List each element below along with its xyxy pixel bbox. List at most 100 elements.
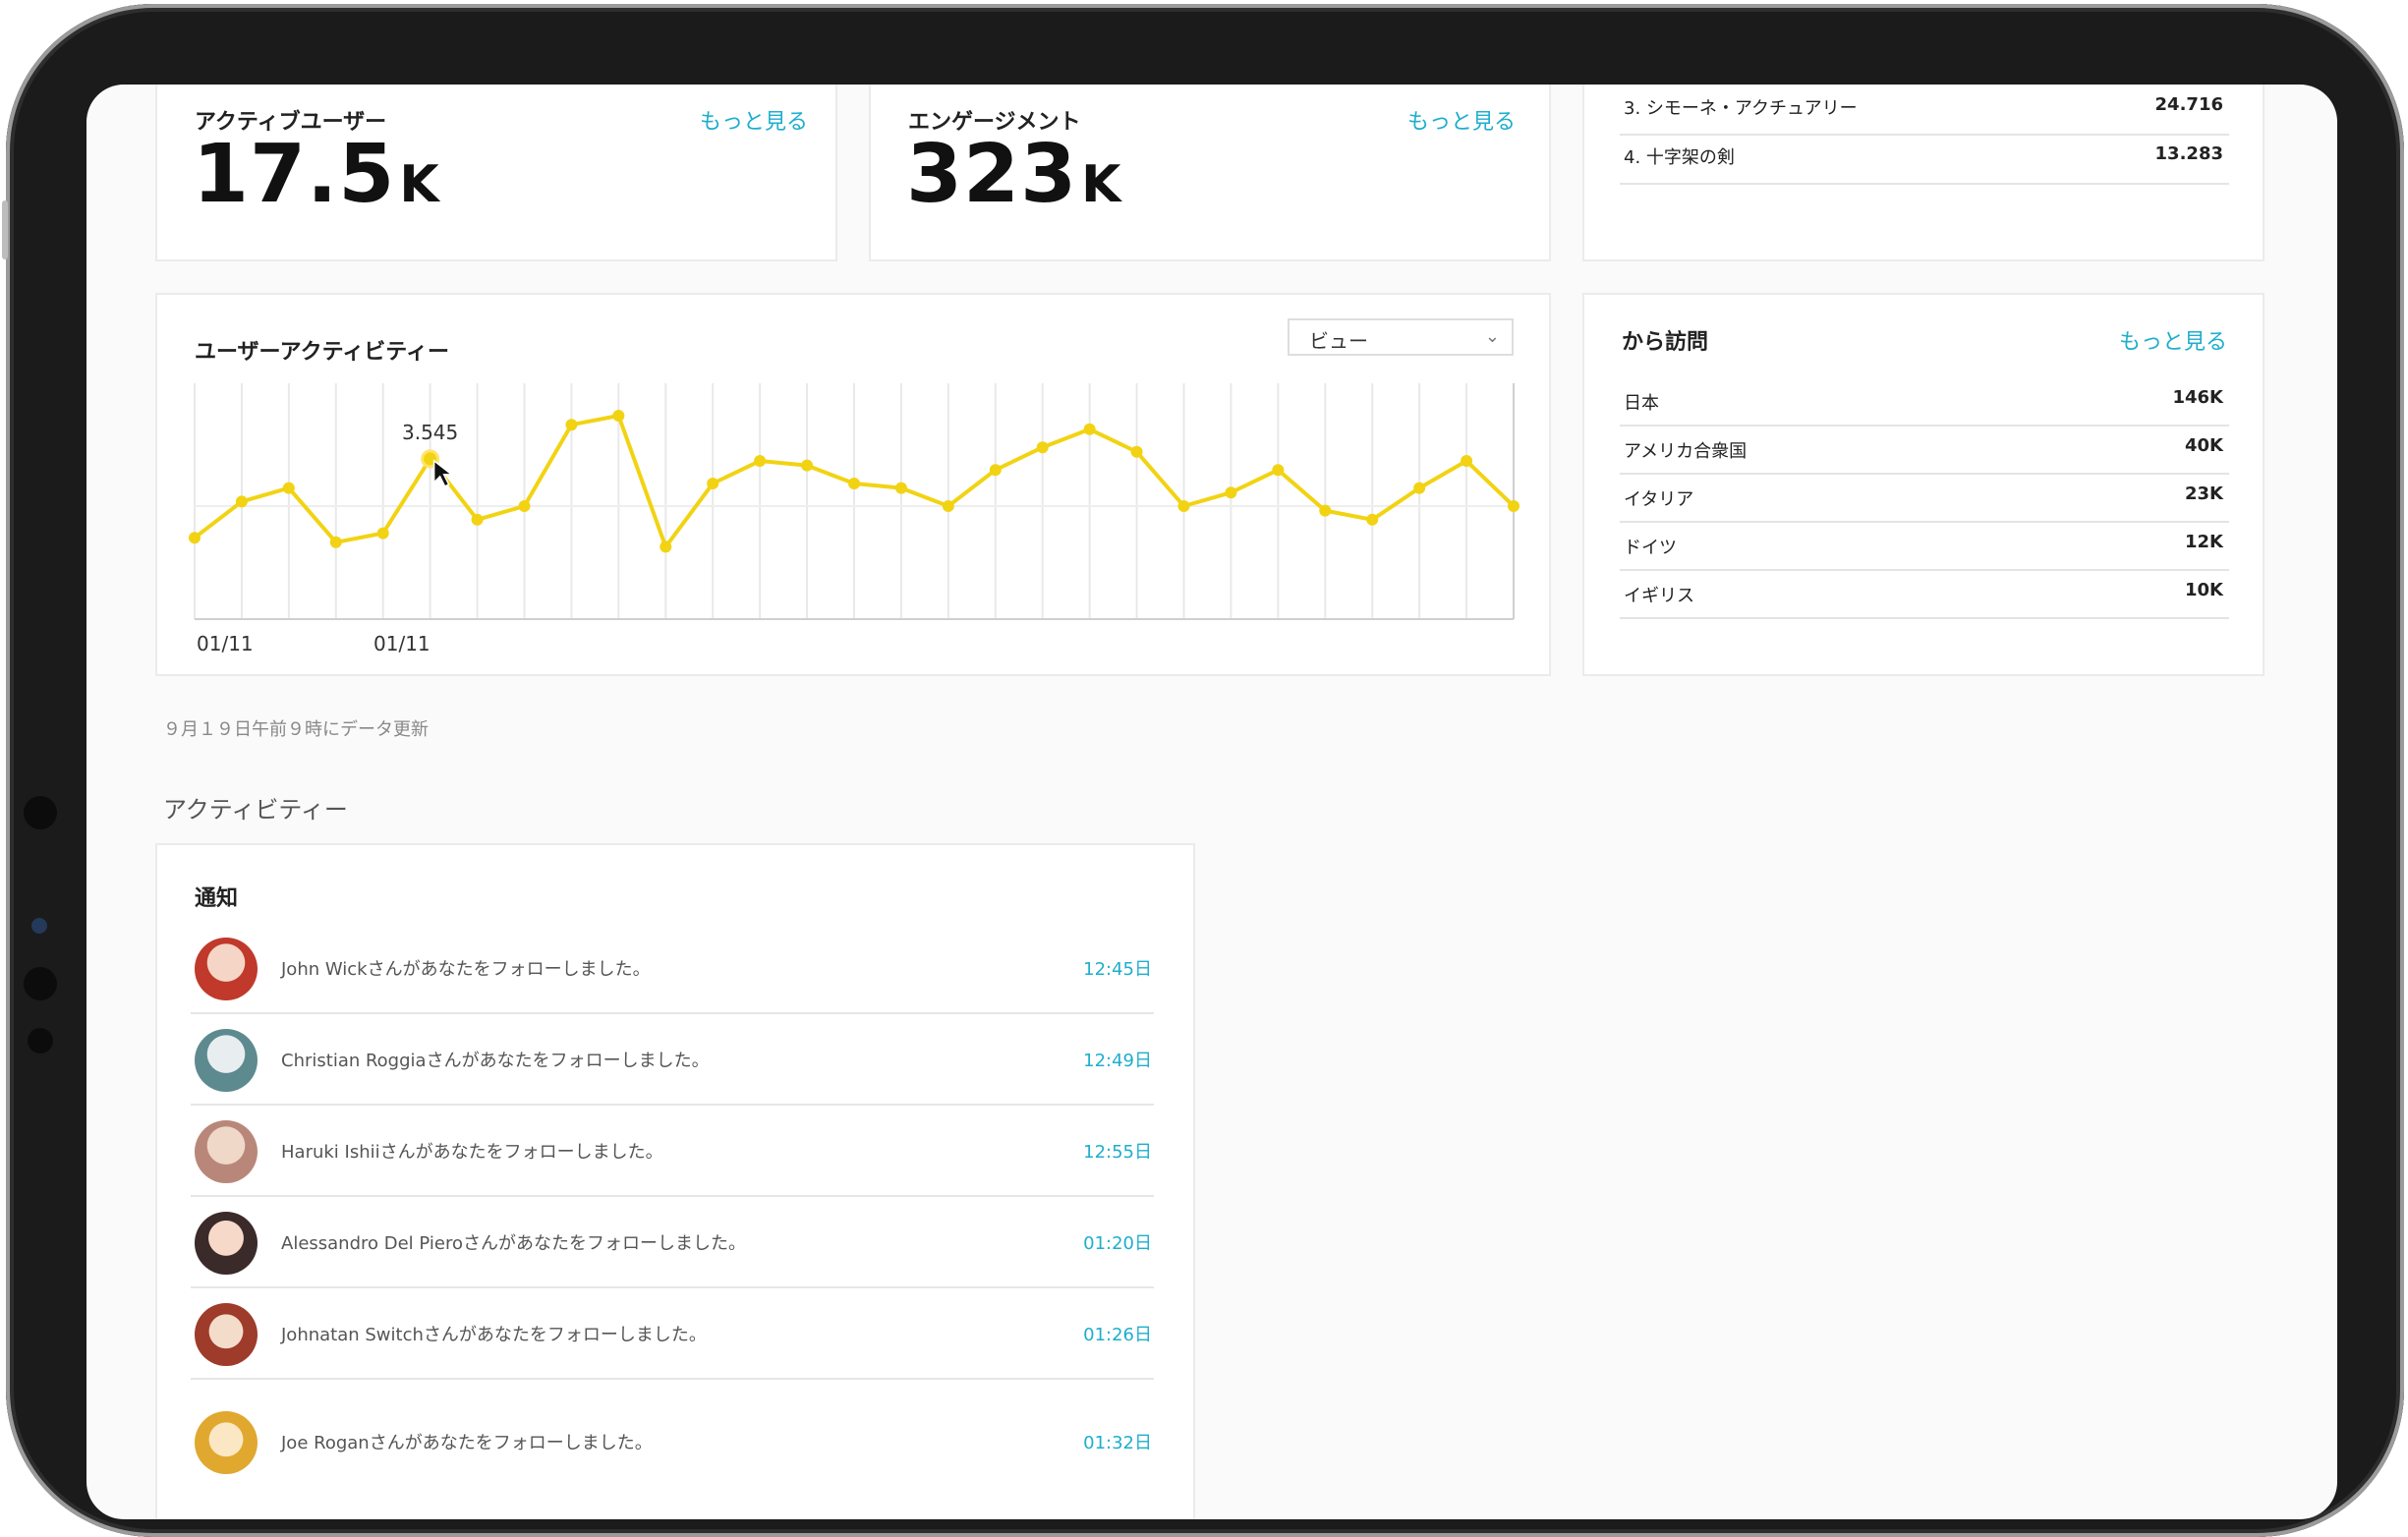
- ranking-value: 24.716: [2154, 94, 2223, 115]
- notification-row[interactable]: Christian Roggiaさんがあなたをフォローしました。 12:49日: [191, 1013, 1154, 1106]
- data-point[interactable]: [471, 513, 484, 526]
- data-point[interactable]: [1130, 445, 1143, 458]
- data-point[interactable]: [1319, 504, 1332, 517]
- engagement-number: 323: [906, 128, 1078, 221]
- tablet-bezel: アクティブユーザー もっと見る 17.5K エンゲージメント もっと見る 323…: [2, 4, 2404, 1537]
- data-point[interactable]: [894, 482, 907, 494]
- data-point[interactable]: [612, 410, 625, 422]
- visits-more-link[interactable]: もっと見る: [2119, 324, 2227, 356]
- avatar[interactable]: [195, 1303, 258, 1366]
- data-update-note: ９月１９日午前９時にデータ更新: [163, 719, 429, 740]
- ranking-row[interactable]: 3. シモーネ・アクチュアリー 24.716: [1620, 86, 2229, 136]
- sensor-dot: [24, 967, 57, 1000]
- engagement-unit: K: [1081, 155, 1122, 214]
- x-tick-label: 01/11: [197, 632, 254, 655]
- data-point[interactable]: [1461, 455, 1473, 467]
- country-row[interactable]: ドイツ 12K: [1620, 522, 2229, 571]
- data-point[interactable]: [329, 536, 342, 548]
- user-activity-card: ユーザーアクティビティー ビュー ⌄ 3.545 01/11 01/11: [155, 293, 1551, 676]
- notification-time: 12:49日: [1083, 1051, 1152, 1071]
- notification-row[interactable]: Joe Roganさんがあなたをフォローしました。 01:32日: [191, 1395, 1154, 1486]
- notifications-title: 通知: [195, 886, 239, 911]
- side-button: [2, 200, 8, 259]
- country-row[interactable]: イギリス 10K: [1620, 570, 2229, 619]
- camera-dot: [24, 796, 57, 829]
- notification-text: Alessandro Del Pieroさんがあなたをフォローしました。: [281, 1233, 746, 1254]
- data-point[interactable]: [1036, 441, 1049, 454]
- engagement-more-link[interactable]: もっと見る: [1407, 104, 1516, 136]
- data-point[interactable]: [659, 541, 672, 553]
- x-tick-label: 01/11: [373, 632, 430, 655]
- avatar[interactable]: [195, 1120, 258, 1183]
- active-users-unit: K: [399, 155, 440, 214]
- country-row[interactable]: イタリア 23K: [1620, 474, 2229, 523]
- notification-time: 01:20日: [1083, 1233, 1152, 1254]
- country-value: 40K: [2185, 435, 2223, 456]
- data-point[interactable]: [754, 455, 767, 467]
- data-point[interactable]: [1366, 513, 1379, 526]
- data-point[interactable]: [189, 532, 201, 544]
- country-value: 23K: [2185, 484, 2223, 504]
- country-value: 10K: [2185, 580, 2223, 600]
- data-point[interactable]: [1083, 423, 1096, 435]
- notification-text: John Wickさんがあなたをフォローしました。: [281, 959, 651, 980]
- activity-section-title: アクティビティー: [163, 796, 348, 824]
- country-value: 12K: [2185, 532, 2223, 552]
- notification-row[interactable]: Johnatan Switchさんがあなたをフォローしました。 01:26日: [191, 1287, 1154, 1380]
- data-point[interactable]: [235, 495, 248, 508]
- data-point[interactable]: [848, 478, 860, 489]
- data-point[interactable]: [1413, 482, 1426, 494]
- country-name: イギリス: [1624, 586, 1694, 606]
- country-row[interactable]: アメリカ合衆国 40K: [1620, 426, 2229, 475]
- data-point[interactable]: [1272, 464, 1285, 477]
- activity-line-chart[interactable]: 3.545 01/11 01/11: [157, 295, 1553, 678]
- engagement-card: エンゲージメント もっと見る 323K: [869, 85, 1551, 261]
- data-point[interactable]: [1508, 500, 1519, 512]
- notification-text: Haruki Ishiiさんがあなたをフォローしました。: [281, 1142, 663, 1163]
- active-users-number: 17.5: [193, 128, 396, 221]
- notification-time: 12:55日: [1083, 1142, 1152, 1163]
- data-point[interactable]: [989, 464, 1002, 477]
- ranking-card: 3. シモーネ・アクチュアリー 24.716 4. 十字架の剣 13.283: [1582, 85, 2265, 261]
- notification-row[interactable]: Haruki Ishiiさんがあなたをフォローしました。 12:55日: [191, 1105, 1154, 1197]
- avatar[interactable]: [195, 1411, 258, 1474]
- notification-text: Joe Roganさんがあなたをフォローしました。: [281, 1433, 653, 1453]
- visits-card: から訪問 もっと見る 日本 146K アメリカ合衆国 40K イタリア 23K …: [1582, 293, 2265, 676]
- data-point[interactable]: [282, 482, 295, 494]
- avatar[interactable]: [195, 938, 258, 1000]
- data-point[interactable]: [801, 459, 814, 472]
- data-point[interactable]: [518, 500, 531, 512]
- notification-row[interactable]: John Wickさんがあなたをフォローしました。 12:45日: [191, 922, 1154, 1014]
- active-users-value: 17.5K: [193, 128, 440, 221]
- highlight-value-label: 3.545: [402, 421, 458, 444]
- notification-text: Johnatan Switchさんがあなたをフォローしました。: [281, 1325, 707, 1345]
- country-row[interactable]: 日本 146K: [1620, 377, 2229, 427]
- notification-row[interactable]: Alessandro Del Pieroさんがあなたをフォローしました。 01:…: [191, 1196, 1154, 1288]
- avatar[interactable]: [195, 1029, 258, 1092]
- active-users-card: アクティブユーザー もっと見る 17.5K: [155, 85, 837, 261]
- notifications-card: 通知 John Wickさんがあなたをフォローしました。 12:45日 Chri…: [155, 843, 1195, 1519]
- notification-time: 12:45日: [1083, 959, 1152, 980]
- data-point[interactable]: [707, 478, 719, 489]
- ranking-value: 13.283: [2154, 143, 2223, 164]
- avatar[interactable]: [195, 1212, 258, 1275]
- dashboard-screen: アクティブユーザー もっと見る 17.5K エンゲージメント もっと見る 323…: [86, 85, 2337, 1519]
- country-value: 146K: [2172, 387, 2223, 408]
- sensor-dot-small: [28, 1028, 53, 1053]
- data-point[interactable]: [1177, 500, 1190, 512]
- ranking-name: 3. シモーネ・アクチュアリー: [1624, 98, 1858, 119]
- engagement-value: 323K: [906, 128, 1121, 221]
- ranking-name: 4. 十字架の剣: [1624, 147, 1735, 168]
- data-point[interactable]: [1225, 486, 1237, 499]
- country-name: イタリア: [1624, 489, 1694, 510]
- data-point[interactable]: [942, 500, 954, 512]
- ranking-row[interactable]: 4. 十字架の剣 13.283: [1620, 136, 2229, 185]
- data-point[interactable]: [376, 527, 389, 540]
- country-name: アメリカ合衆国: [1624, 441, 1748, 462]
- notification-time: 01:32日: [1083, 1433, 1152, 1453]
- country-name: ドイツ: [1624, 538, 1677, 558]
- data-point[interactable]: [565, 419, 578, 431]
- country-name: 日本: [1624, 393, 1659, 414]
- camera-lens: [31, 918, 47, 934]
- active-users-more-link[interactable]: もっと見る: [700, 104, 808, 136]
